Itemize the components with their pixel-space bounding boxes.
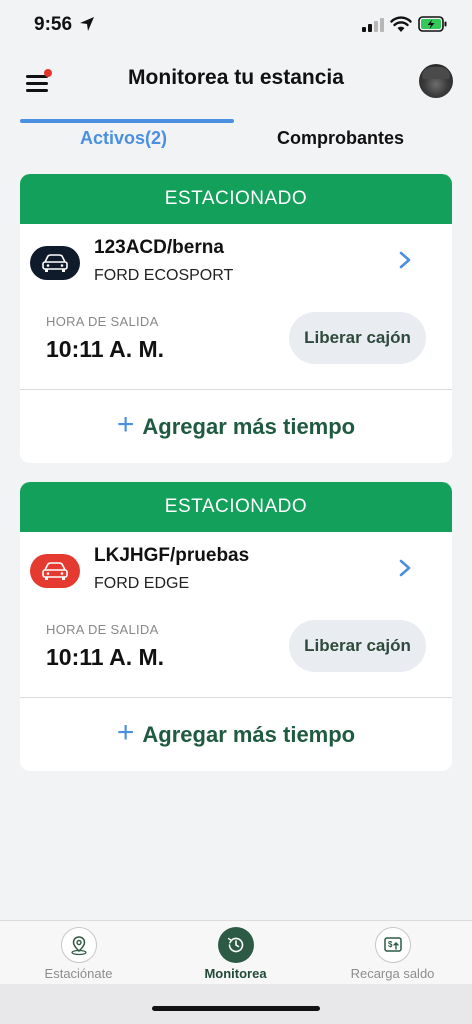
location-pin-icon xyxy=(60,927,97,963)
clock-history-icon xyxy=(217,927,254,963)
battery-icon xyxy=(418,16,447,32)
status-header: ESTACIONADO xyxy=(20,482,452,532)
tab-comprobantes[interactable]: Comprobantes xyxy=(277,128,404,149)
chevron-right-icon[interactable] xyxy=(398,250,412,270)
cellular-signal-icon xyxy=(362,18,384,32)
active-tab-indicator xyxy=(20,119,234,123)
wifi-icon xyxy=(390,16,412,32)
status-bar: 9:56 xyxy=(0,0,472,52)
parking-card: ESTACIONADO 123ACD/berna FORD ECOSPORT H… xyxy=(20,174,452,463)
vehicle-model: FORD ECOSPORT xyxy=(94,267,234,284)
location-arrow-icon xyxy=(80,17,94,31)
add-time-label: Agregar más tiempo xyxy=(142,413,356,439)
car-icon xyxy=(30,554,80,588)
exit-time-value: 10:11 A. M. xyxy=(46,336,165,362)
nav-label: Estaciónate xyxy=(44,966,113,981)
tab-activos[interactable]: Activos(2) xyxy=(80,128,167,149)
nav-label: Monitorea xyxy=(204,966,267,981)
wallet-recharge-icon: $ xyxy=(374,927,411,963)
vehicle-plate: LKJHGF/pruebas xyxy=(94,545,250,566)
nav-label: Recarga saldo xyxy=(350,966,435,981)
vehicle-model: FORD EDGE xyxy=(94,575,190,592)
status-header: ESTACIONADO xyxy=(20,174,452,224)
avatar[interactable] xyxy=(419,64,453,98)
vehicle-row[interactable]: 123ACD/berna FORD ECOSPORT xyxy=(20,224,452,302)
vehicle-row[interactable]: LKJHGF/pruebas FORD EDGE xyxy=(20,532,452,610)
plus-icon: + xyxy=(116,716,135,749)
nav-estacionate[interactable]: Estaciónate xyxy=(0,921,157,985)
car-icon xyxy=(30,246,80,280)
status-time: 9:56 xyxy=(34,14,73,35)
plus-icon: + xyxy=(116,408,135,441)
add-time-button[interactable]: + Agregar más tiempo xyxy=(20,698,452,771)
svg-text:$: $ xyxy=(388,940,393,949)
add-time-button[interactable]: + Agregar más tiempo xyxy=(20,390,452,463)
nav-recarga-saldo[interactable]: $ Recarga saldo xyxy=(314,921,471,985)
release-spot-button[interactable]: Liberar cajón xyxy=(289,312,426,364)
exit-time-label: HORA DE SALIDA xyxy=(46,622,159,637)
exit-time-value: 10:11 A. M. xyxy=(46,644,165,670)
app-header: Monitorea tu estancia xyxy=(0,52,472,112)
page-title: Monitorea tu estancia xyxy=(128,66,344,89)
bottom-nav: Estaciónate Monitorea $ Recarga saldo xyxy=(0,920,472,984)
release-spot-button[interactable]: Liberar cajón xyxy=(289,620,426,672)
add-time-label: Agregar más tiempo xyxy=(142,721,356,747)
nav-monitorea[interactable]: Monitorea xyxy=(157,921,314,985)
tab-bar: Activos(2) Comprobantes xyxy=(0,112,472,162)
parking-card: ESTACIONADO LKJHGF/pruebas FORD EDGE HOR… xyxy=(20,482,452,771)
home-indicator-area xyxy=(0,984,472,1024)
chevron-right-icon[interactable] xyxy=(398,558,412,578)
vehicle-plate: 123ACD/berna xyxy=(94,237,224,258)
home-indicator[interactable] xyxy=(152,1006,320,1011)
exit-time-label: HORA DE SALIDA xyxy=(46,314,159,329)
